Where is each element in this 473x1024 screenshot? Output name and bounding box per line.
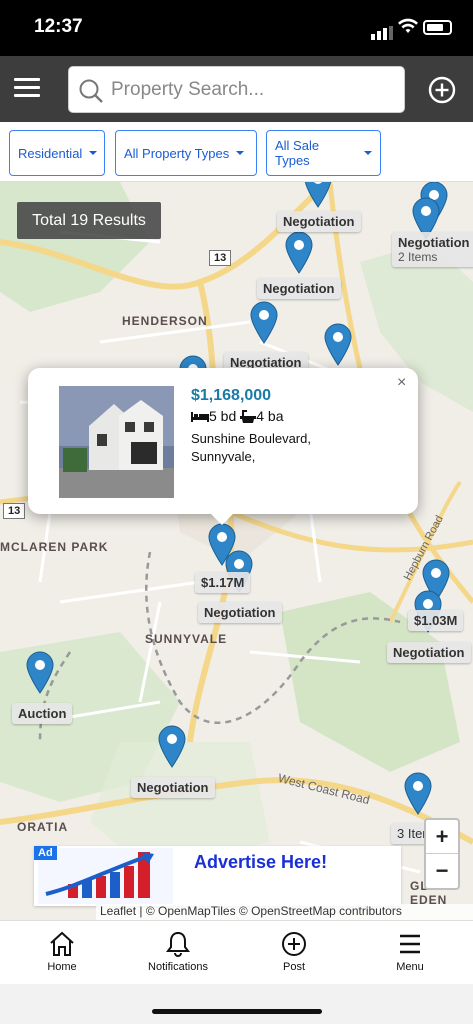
map-marker-icon[interactable] bbox=[207, 522, 237, 566]
route-shield: 13 bbox=[3, 503, 26, 519]
tab-label: Home bbox=[47, 961, 77, 973]
zoom-in-button[interactable]: + bbox=[426, 820, 458, 854]
caret-down-icon bbox=[89, 151, 98, 155]
map-marker-icon[interactable] bbox=[157, 724, 187, 768]
chart-graphic-icon bbox=[38, 848, 173, 904]
bedroom-count: 5 bd bbox=[209, 408, 237, 424]
search-input[interactable] bbox=[111, 75, 391, 105]
filter-bar: Residential All Property Types All Sale … bbox=[0, 122, 473, 182]
popup-price: $1,168,000 bbox=[191, 387, 272, 404]
address-line: Sunshine Boulevard, bbox=[191, 431, 311, 446]
map-marker-icon[interactable] bbox=[249, 300, 279, 344]
tab-label: Menu bbox=[396, 961, 424, 973]
tab-label: Post bbox=[282, 961, 305, 973]
place-label: ORATIA bbox=[17, 820, 69, 834]
bed-icon bbox=[191, 412, 209, 422]
marker-label-text: Negotiation bbox=[398, 235, 470, 250]
tab-notifications[interactable]: Notifications bbox=[133, 931, 223, 973]
zoom-control: + − bbox=[424, 818, 460, 890]
residential-dropdown[interactable]: Residential bbox=[9, 130, 105, 176]
property-types-label: All Property Types bbox=[124, 145, 230, 161]
property-popup[interactable]: $1,168,000 5 bd 4 ba Sunshine Boulevard,… bbox=[28, 368, 418, 525]
marker-label[interactable]: $1.17M bbox=[195, 572, 251, 593]
map-marker-icon[interactable] bbox=[284, 230, 314, 274]
marker-label[interactable]: Negotiation bbox=[277, 211, 361, 232]
marker-label[interactable]: Negotiation bbox=[387, 642, 471, 663]
status-time: 12:37 bbox=[34, 16, 83, 37]
property-types-dropdown[interactable]: All Property Types bbox=[115, 130, 257, 176]
address-line: Sunnyvale, bbox=[191, 449, 256, 464]
marker-item-count: 2 Items bbox=[398, 250, 438, 264]
popup-rooms: 5 bd 4 ba bbox=[191, 408, 288, 424]
map-view[interactable]: Total 19 Results HENDERSON MCLAREN PARK … bbox=[0, 182, 473, 920]
sale-types-dropdown[interactable]: All Sale Types bbox=[266, 130, 381, 176]
zoom-out-button[interactable]: − bbox=[426, 854, 458, 888]
route-shield: 13 bbox=[209, 250, 232, 266]
home-icon bbox=[50, 931, 74, 956]
search-icon bbox=[79, 79, 103, 103]
property-photo[interactable] bbox=[59, 386, 174, 498]
tab-label: Notifications bbox=[148, 961, 208, 973]
tab-post[interactable]: Post bbox=[249, 931, 339, 973]
place-label: SUNNYVALE bbox=[145, 632, 228, 646]
marker-label[interactable]: Auction bbox=[12, 703, 73, 724]
place-label: MCLAREN PARK bbox=[0, 540, 109, 554]
total-results-badge: Total 19 Results bbox=[17, 202, 161, 239]
marker-label[interactable]: $1.03M bbox=[408, 610, 464, 631]
tab-menu[interactable]: Menu bbox=[365, 931, 455, 973]
add-circle-icon[interactable] bbox=[428, 76, 456, 104]
marker-label[interactable]: Negotiation bbox=[131, 777, 215, 798]
place-label: HENDERSON bbox=[122, 314, 208, 328]
map-marker-icon[interactable] bbox=[303, 182, 333, 208]
popup-close-button[interactable]: × bbox=[397, 374, 406, 392]
search-box[interactable] bbox=[68, 66, 405, 113]
caret-down-icon bbox=[236, 151, 245, 155]
menu-icon bbox=[400, 934, 420, 954]
sale-types-label: All Sale Types bbox=[275, 138, 320, 168]
residential-label: Residential bbox=[18, 145, 83, 161]
add-circle-icon bbox=[282, 932, 306, 956]
home-indicator bbox=[0, 984, 473, 1024]
caret-down-icon bbox=[364, 151, 372, 155]
bathroom-count: 4 ba bbox=[256, 408, 284, 424]
hamburger-menu-icon[interactable] bbox=[14, 78, 40, 100]
status-bar: 12:37 bbox=[0, 0, 473, 56]
map-marker-icon[interactable] bbox=[323, 322, 353, 366]
ad-banner[interactable]: Ad Advertise Here! bbox=[34, 846, 401, 906]
bath-icon bbox=[240, 410, 257, 423]
battery-icon bbox=[423, 20, 452, 35]
ad-text[interactable]: Advertise Here! bbox=[194, 852, 327, 873]
cellular-signal-icon bbox=[371, 22, 395, 40]
map-marker-icon[interactable] bbox=[403, 771, 433, 815]
ad-badge: Ad bbox=[34, 846, 57, 860]
map-marker-icon[interactable] bbox=[25, 650, 55, 694]
marker-label[interactable]: Negotiation bbox=[257, 278, 341, 299]
bottom-tab-bar: Home Notifications Post Menu bbox=[0, 920, 473, 984]
wifi-icon bbox=[398, 18, 418, 33]
tab-home[interactable]: Home bbox=[17, 931, 107, 973]
marker-label[interactable]: Negotiation 2 Items bbox=[392, 232, 473, 267]
popup-address: Sunshine Boulevard, Sunnyvale, bbox=[191, 430, 371, 466]
top-bar bbox=[0, 56, 473, 122]
marker-label[interactable]: Negotiation bbox=[198, 602, 282, 623]
bell-icon bbox=[166, 931, 190, 957]
map-attribution[interactable]: Leaflet | © OpenMapTiles © OpenStreetMap… bbox=[96, 904, 473, 920]
